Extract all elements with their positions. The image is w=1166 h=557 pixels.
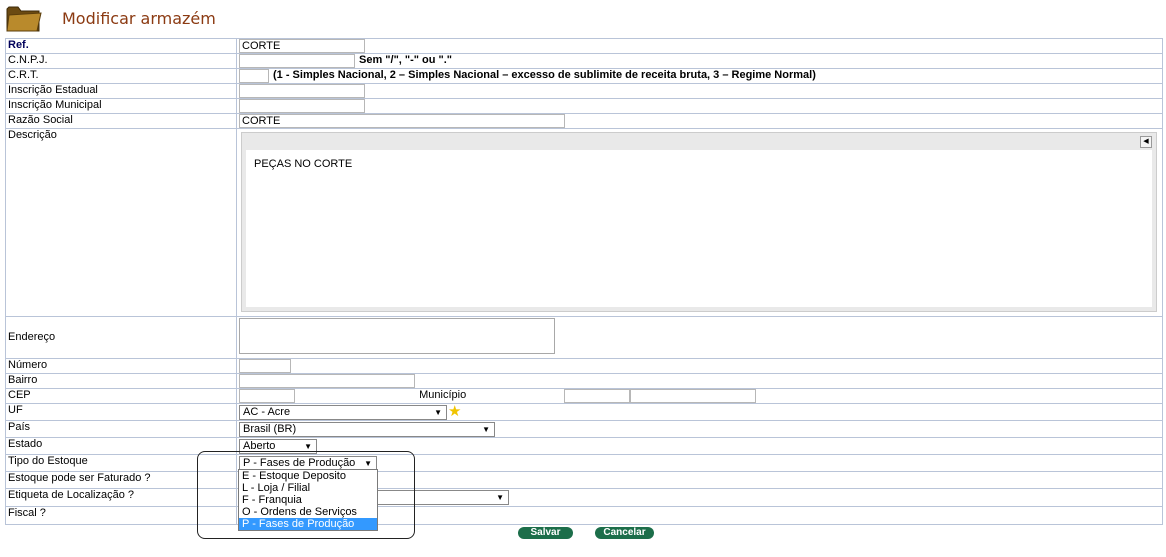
uf-label: UF [5,403,237,421]
razao-social-label: Razão Social [5,113,237,129]
uf-select[interactable]: AC - Acre ▼ [239,405,447,420]
cnpj-input[interactable] [239,54,355,68]
chevron-down-icon: ▼ [434,408,442,417]
collapse-toolbar-icon[interactable]: ◀ [1140,136,1152,148]
numero-label: Número [5,358,237,374]
estoque-faturado-label: Estoque pode ser Faturado ? [5,471,237,489]
pais-label: País [5,420,237,438]
description-editor: ◀ PEÇAS NO CORTE [241,132,1157,312]
municipio-input[interactable] [630,389,756,403]
numero-input[interactable] [239,359,291,373]
cnpj-hint: Sem "/", "-" ou "." [359,54,453,66]
estado-label: Estado [5,437,237,455]
fiscal-label: Fiscal ? [5,506,237,525]
tipo-estoque-label: Tipo do Estoque [5,454,237,472]
star-icon[interactable]: ★ [448,404,461,419]
crt-label: C.R.T. [5,68,237,84]
description-text: PEÇAS NO CORTE [254,158,353,170]
warehouse-form: Ref. C.N.P.J. Sem "/", "-" ou "." C.R.T.… [5,38,1163,525]
crt-hint: (1 - Simples Nacional, 2 – Simples Nacio… [273,69,816,81]
ref-label: Ref. [5,38,237,54]
tipo-estoque-dropdown: E - Estoque Deposito L - Loja / Filial F… [238,469,378,531]
tipo-estoque-select-value: P - Fases de Produção [243,457,356,469]
chevron-down-icon: ▼ [304,442,312,451]
inscricao-estadual-input[interactable] [239,84,365,98]
page-title: Modificar armazém [62,9,216,28]
cnpj-label: C.N.P.J. [5,53,237,69]
descricao-label: Descrição [5,128,237,317]
endereco-label: Endereço [5,316,237,359]
crt-input[interactable] [239,69,269,83]
cep-label: CEP [5,388,237,404]
cep-input[interactable] [239,389,295,403]
chevron-down-icon: ▼ [496,493,504,502]
inscricao-municipal-label: Inscrição Municipal [5,98,237,114]
inscricao-municipal-input[interactable] [239,99,365,113]
municipio-code-input[interactable] [564,389,630,403]
dropdown-option[interactable]: F - Franquia [239,494,377,506]
pais-select-value: Brasil (BR) [243,423,297,435]
pais-select[interactable]: Brasil (BR) ▼ [239,422,495,437]
save-button[interactable]: Salvar [518,527,573,539]
estado-select-value: Aberto [243,440,276,452]
bairro-input[interactable] [239,374,415,388]
description-text-area[interactable]: PEÇAS NO CORTE [246,150,1152,307]
razao-social-input[interactable] [239,114,565,128]
inscricao-estadual-label: Inscrição Estadual [5,83,237,99]
folder-icon [6,6,42,32]
dropdown-option[interactable]: O - Ordens de Serviços [239,506,377,518]
dropdown-option[interactable]: L - Loja / Filial [239,482,377,494]
estado-select[interactable]: Aberto ▼ [239,439,317,454]
etiqueta-label: Etiqueta de Localização ? [5,488,237,507]
endereco-textarea[interactable] [239,318,555,354]
uf-select-value: AC - Acre [243,406,291,418]
ref-input[interactable] [239,39,365,53]
bairro-label: Bairro [5,373,237,389]
chevron-down-icon: ▼ [482,425,490,434]
dropdown-option-selected[interactable]: P - Fases de Produção [239,518,377,530]
cancel-button[interactable]: Cancelar [595,527,654,539]
dropdown-option[interactable]: E - Estoque Deposito [239,470,377,482]
municipio-label: Município [419,389,467,401]
